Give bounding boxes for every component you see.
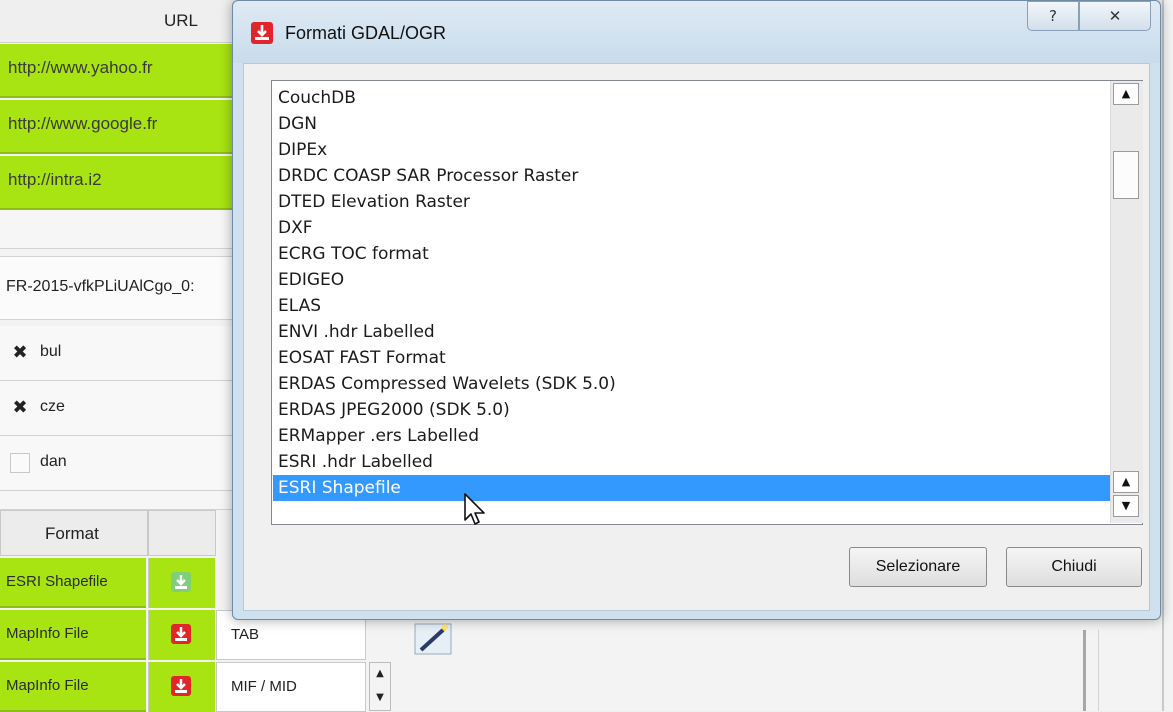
formats-list[interactable]: CouchDB DGN DIPEx DRDC COASP SAR Process…: [271, 80, 1143, 525]
app-download-icon: [251, 22, 273, 44]
format-cell[interactable]: ESRI Shapefile: [0, 558, 146, 608]
scroll-up-arrow-icon[interactable]: ▲: [370, 663, 390, 685]
scroll-down-arrow-icon[interactable]: ▼: [370, 687, 390, 709]
language-label: bul: [40, 343, 62, 360]
language-row[interactable]: dan: [0, 436, 234, 491]
dialog-title: Formati GDAL/OGR: [285, 23, 447, 43]
list-scrollbar[interactable]: ▲ ▲ ▼: [1110, 81, 1143, 523]
format-name: ESRI Shapefile: [6, 573, 108, 590]
mouse-cursor-icon: [462, 492, 492, 528]
list-item[interactable]: ENVI .hdr Labelled: [278, 319, 435, 345]
divider: [1098, 630, 1099, 711]
list-item[interactable]: ESRI .hdr Labelled: [278, 449, 433, 475]
scroll-up-arrow-icon[interactable]: ▲: [1113, 471, 1139, 493]
format-name: MapInfo File: [6, 677, 89, 694]
text-field-value: FR-2015-vfkPLiUAlCgo_0:: [6, 278, 195, 295]
url-cell[interactable]: http://www.google.fr: [0, 100, 232, 154]
download-cell[interactable]: [148, 610, 215, 660]
list-item[interactable]: DTED Elevation Raster: [278, 189, 470, 215]
list-item[interactable]: CouchDB: [278, 85, 356, 111]
formats-dialog: Formati GDAL/OGR ? ✕ CouchDB DGN DIPEx D…: [232, 0, 1161, 620]
url-column-header[interactable]: URL: [0, 0, 236, 43]
checkbox-checked[interactable]: ✖: [10, 343, 30, 363]
divider: [1083, 630, 1086, 711]
select-button[interactable]: Selezionare: [849, 547, 987, 587]
list-item[interactable]: EDIGEO: [278, 267, 344, 293]
extension-text: TAB: [231, 626, 260, 643]
url-cell[interactable]: http://www.yahoo.fr: [0, 44, 232, 98]
list-item[interactable]: DIPEx: [278, 137, 327, 163]
list-item[interactable]: DXF: [278, 215, 313, 241]
list-item[interactable]: ERMapper .ers Labelled: [278, 423, 479, 449]
list-item[interactable]: DRDC COASP SAR Processor Raster: [278, 163, 578, 189]
extension-cell[interactable]: MIF / MID: [216, 662, 366, 712]
extension-text: MIF / MID: [231, 678, 297, 695]
url-header-label: URL: [163, 11, 198, 30]
small-scrollbar[interactable]: ▲ ▼: [369, 662, 391, 711]
list-item[interactable]: ECRG TOC format: [278, 241, 429, 267]
download-cell[interactable]: [148, 662, 215, 712]
checkbox-checked[interactable]: ✖: [10, 398, 30, 418]
text-field[interactable]: FR-2015-vfkPLiUAlCgo_0:: [0, 256, 234, 320]
format-column-header[interactable]: Format: [0, 510, 148, 556]
list-item[interactable]: ERDAS JPEG2000 (SDK 5.0): [278, 397, 510, 423]
list-item[interactable]: EOSAT FAST Format: [278, 345, 446, 371]
scroll-up-arrow-icon[interactable]: ▲: [1113, 83, 1139, 105]
divider: [1162, 0, 1164, 711]
download-cell[interactable]: [148, 558, 215, 608]
checkbox-unchecked[interactable]: [10, 453, 30, 473]
language-label: cze: [40, 398, 65, 415]
column-header[interactable]: [148, 510, 216, 556]
url-text: http://www.yahoo.fr: [8, 58, 153, 77]
close-dialog-button[interactable]: Chiudi: [1006, 547, 1142, 587]
download-red-icon[interactable]: [171, 676, 191, 696]
list-item[interactable]: ELAS: [278, 293, 321, 319]
url-text: http://intra.i2: [8, 170, 102, 189]
dialog-title-bar[interactable]: Formati GDAL/OGR ? ✕: [233, 1, 1160, 63]
scroll-down-arrow-icon[interactable]: ▼: [1113, 495, 1139, 517]
language-label: dan: [40, 453, 67, 470]
download-red-icon[interactable]: [171, 624, 191, 644]
scroll-thumb[interactable]: [1113, 151, 1139, 199]
empty-row: [0, 210, 234, 249]
wand-tool-icon[interactable]: [413, 618, 455, 658]
list-item[interactable]: DGN: [278, 111, 317, 137]
format-header-label: Format: [45, 524, 99, 543]
url-cell[interactable]: http://intra.i2: [0, 156, 232, 210]
url-text: http://www.google.fr: [8, 114, 158, 133]
empty-row: [0, 491, 234, 510]
language-row[interactable]: ✖ cze: [0, 381, 234, 436]
format-cell[interactable]: MapInfo File: [0, 610, 146, 660]
format-cell[interactable]: MapInfo File: [0, 662, 146, 712]
list-item-selected[interactable]: ESRI Shapefile: [273, 475, 1113, 501]
help-button[interactable]: ?: [1027, 1, 1079, 31]
close-icon[interactable]: ✕: [1079, 1, 1151, 31]
list-item[interactable]: ERDAS Compressed Wavelets (SDK 5.0): [278, 371, 616, 397]
format-name: MapInfo File: [6, 625, 89, 642]
language-row[interactable]: ✖ bul: [0, 326, 234, 381]
download-green-icon[interactable]: [171, 572, 191, 592]
